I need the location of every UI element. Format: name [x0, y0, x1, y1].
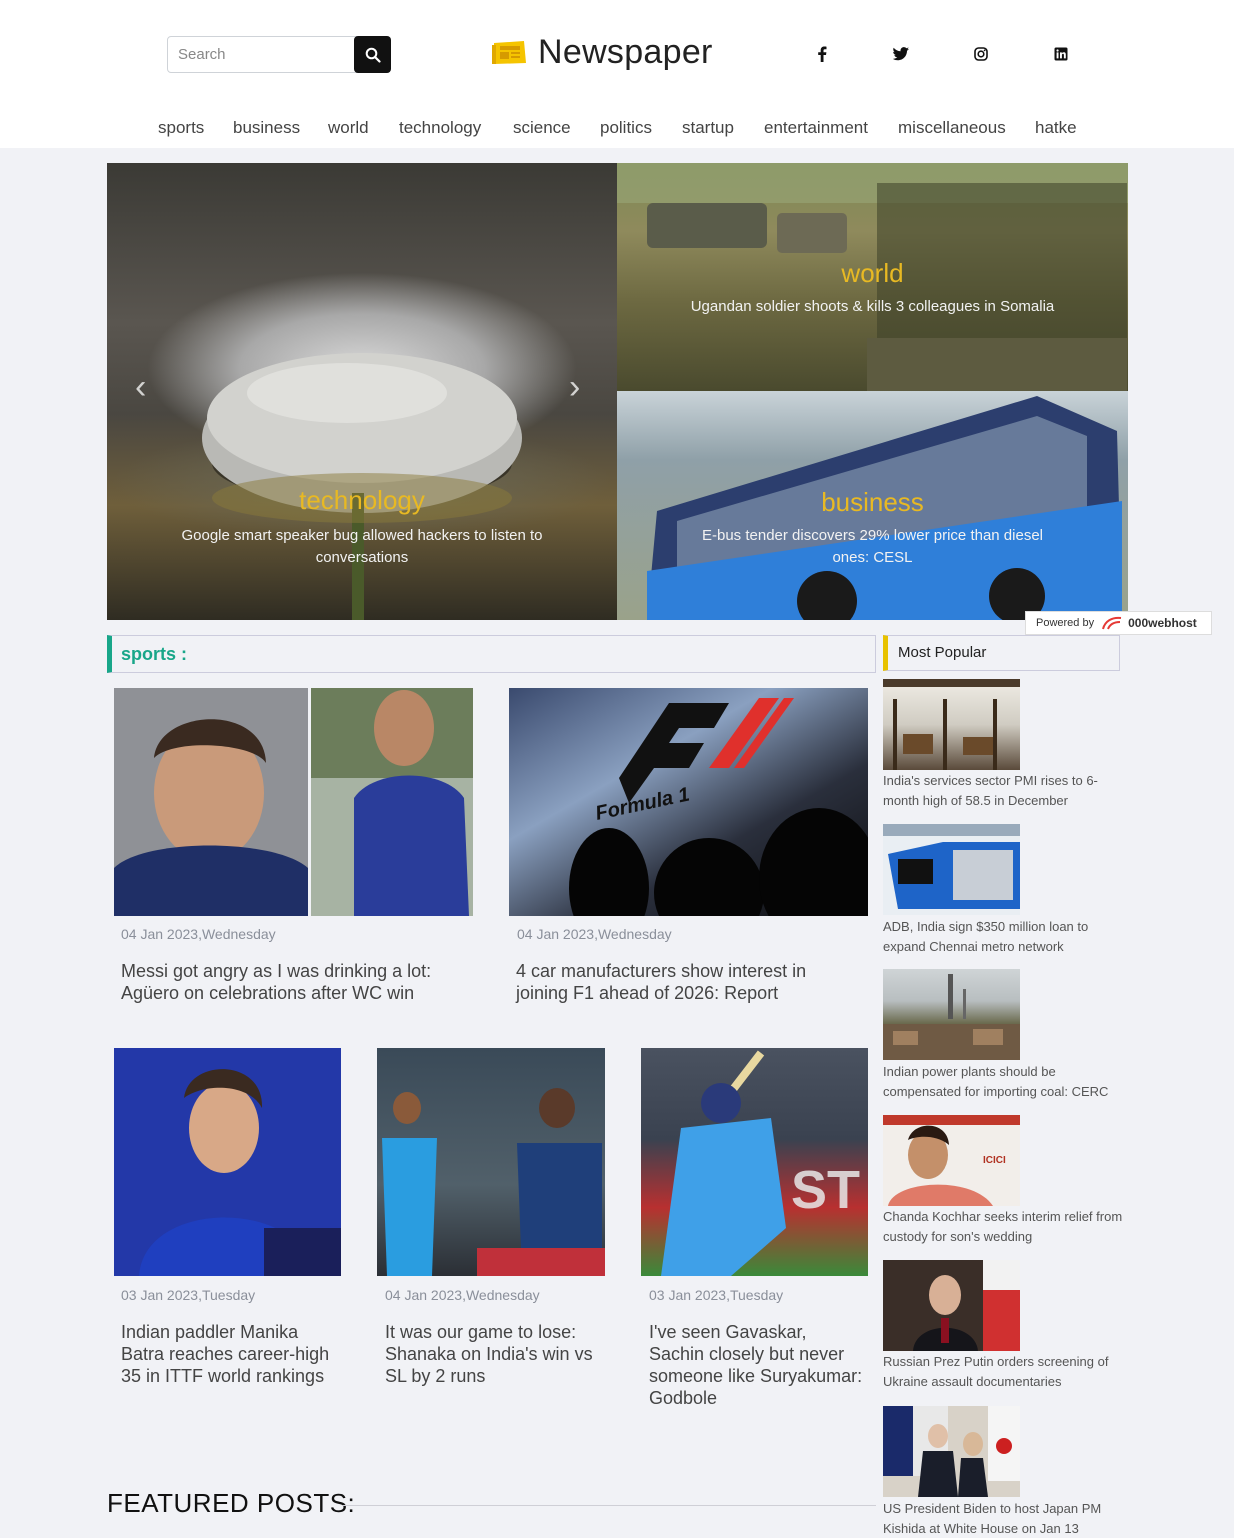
- sports-heading-text: sports :: [121, 644, 188, 664]
- facebook-icon: [818, 46, 827, 62]
- metro-train-image: [883, 824, 1020, 909]
- article-title[interactable]: 4 car manufacturers show interest in joi…: [516, 960, 856, 1004]
- popular-title[interactable]: Chanda Kochhar seeks interim relief from…: [883, 1207, 1123, 1247]
- hero-bottom-category[interactable]: business: [617, 487, 1128, 518]
- popular-title[interactable]: Russian Prez Putin orders screening of U…: [883, 1352, 1123, 1392]
- popular-image[interactable]: [883, 969, 1020, 1060]
- nav-item-sports[interactable]: sports: [158, 118, 204, 138]
- featured-divider: [342, 1505, 876, 1506]
- nav-item-miscellaneous[interactable]: miscellaneous: [898, 118, 1006, 138]
- popular-image[interactable]: [883, 679, 1020, 770]
- f1-logo-text: Formula 1: [593, 783, 691, 824]
- article-title[interactable]: It was our game to lose: Shanaka on Indi…: [385, 1321, 600, 1387]
- hero-top-category[interactable]: world: [617, 258, 1128, 289]
- nav-item-business[interactable]: business: [233, 118, 300, 138]
- nav-item-entertainment[interactable]: entertainment: [764, 118, 868, 138]
- hero-carousel[interactable]: ‹ › technology Google smart speaker bug …: [107, 163, 617, 620]
- hero-top-title[interactable]: Ugandan soldier shoots & kills 3 colleag…: [617, 296, 1128, 318]
- nav-item-hatke[interactable]: hatke: [1035, 118, 1077, 138]
- site-logo[interactable]: Newspaper: [490, 30, 713, 74]
- popular-image[interactable]: [883, 1406, 1020, 1497]
- messi-aguero-image: [114, 688, 473, 916]
- powered-by-label: Powered by: [1036, 617, 1095, 629]
- facebook-link[interactable]: [812, 44, 832, 64]
- most-popular-heading-text: Most Popular: [898, 644, 987, 661]
- nav-item-politics[interactable]: politics: [600, 118, 652, 138]
- popular-image[interactable]: [883, 1260, 1020, 1351]
- newspaper-icon: [492, 41, 526, 64]
- article-date: 03 Jan 2023,Tuesday: [121, 1287, 256, 1303]
- manika-batra-image: [139, 1069, 341, 1276]
- category-nav: sports business world technology science…: [0, 112, 1234, 146]
- hero-tile-business[interactable]: business E-bus tender discovers 29% lowe…: [617, 391, 1128, 620]
- popular-image[interactable]: ICICI: [883, 1115, 1020, 1206]
- site-header: Newspaper sports business world technolo…: [0, 0, 1234, 148]
- article-date: 04 Jan 2023,Wednesday: [121, 926, 276, 942]
- article-date: 04 Jan 2023,Wednesday: [385, 1287, 540, 1303]
- instagram-icon: [974, 47, 988, 61]
- article-date: 04 Jan 2023,Wednesday: [517, 926, 672, 942]
- nav-item-technology[interactable]: technology: [399, 118, 481, 138]
- featured-posts-heading: FEATURED POSTS:: [107, 1488, 356, 1518]
- power-plant-image: [883, 974, 1020, 1060]
- most-popular-heading: Most Popular: [883, 635, 1120, 671]
- search-button[interactable]: [354, 36, 391, 73]
- linkedin-link[interactable]: [1051, 44, 1071, 64]
- putin-image: [913, 1260, 1020, 1351]
- biden-kishida-image: [883, 1406, 1020, 1497]
- hosting-badge[interactable]: Powered by 000webhost: [1025, 611, 1212, 635]
- popular-title[interactable]: US President Biden to host Japan PM Kish…: [883, 1499, 1123, 1538]
- article-image-manika[interactable]: [114, 1048, 341, 1276]
- webhost-logo-icon: [1102, 616, 1122, 630]
- hero-main-title[interactable]: Google smart speaker bug allowed hackers…: [107, 525, 617, 569]
- webhost-brand: 000webhost: [1128, 616, 1197, 630]
- popular-image[interactable]: [883, 824, 1020, 915]
- nav-item-world[interactable]: world: [328, 118, 369, 138]
- popular-title[interactable]: ADB, India sign $350 million loan to exp…: [883, 917, 1123, 957]
- sports-section-heading: sports :: [107, 635, 876, 673]
- search-input[interactable]: [167, 36, 357, 73]
- f1-logo-image: Formula 1: [569, 698, 868, 916]
- svg-text:ST: ST: [791, 1160, 860, 1220]
- svg-text:ICICI: ICICI: [983, 1155, 1006, 1166]
- nav-item-startup[interactable]: startup: [682, 118, 734, 138]
- search-icon: [365, 47, 381, 63]
- article-date: 03 Jan 2023,Tuesday: [649, 1287, 784, 1303]
- carousel-prev-button[interactable]: ‹: [135, 368, 146, 407]
- carousel-next-button[interactable]: ›: [569, 368, 580, 407]
- logo-text: Newspaper: [538, 32, 713, 71]
- suryakumar-batting-image: ST: [661, 1050, 860, 1276]
- article-title[interactable]: Messi got angry as I was drinking a lot:…: [121, 960, 461, 1004]
- twitter-link[interactable]: [891, 44, 911, 64]
- cricket-match-image: [382, 1088, 605, 1276]
- linkedin-icon: [1054, 47, 1068, 61]
- article-image-shanaka[interactable]: [377, 1048, 605, 1276]
- popular-title[interactable]: Indian power plants should be compensate…: [883, 1062, 1123, 1102]
- cafe-image: [883, 679, 1020, 770]
- hero-bottom-title[interactable]: E-bus tender discovers 29% lower price t…: [617, 525, 1128, 569]
- article-title[interactable]: Indian paddler Manika Batra reaches care…: [121, 1321, 331, 1387]
- popular-title[interactable]: India's services sector PMI rises to 6-m…: [883, 771, 1123, 811]
- article-title[interactable]: I've seen Gavaskar, Sachin closely but n…: [649, 1321, 864, 1409]
- instagram-link[interactable]: [971, 44, 991, 64]
- article-image-suryakumar[interactable]: ST: [641, 1048, 868, 1276]
- hero-tile-world[interactable]: world Ugandan soldier shoots & kills 3 c…: [617, 163, 1128, 391]
- article-image-messi-aguero[interactable]: [114, 688, 473, 916]
- twitter-icon: [893, 47, 909, 61]
- hero-main-category[interactable]: technology: [107, 485, 617, 516]
- chanda-kochhar-image: ICICI: [883, 1115, 1020, 1206]
- nav-item-science[interactable]: science: [513, 118, 571, 138]
- article-image-f1[interactable]: Formula 1: [509, 688, 868, 916]
